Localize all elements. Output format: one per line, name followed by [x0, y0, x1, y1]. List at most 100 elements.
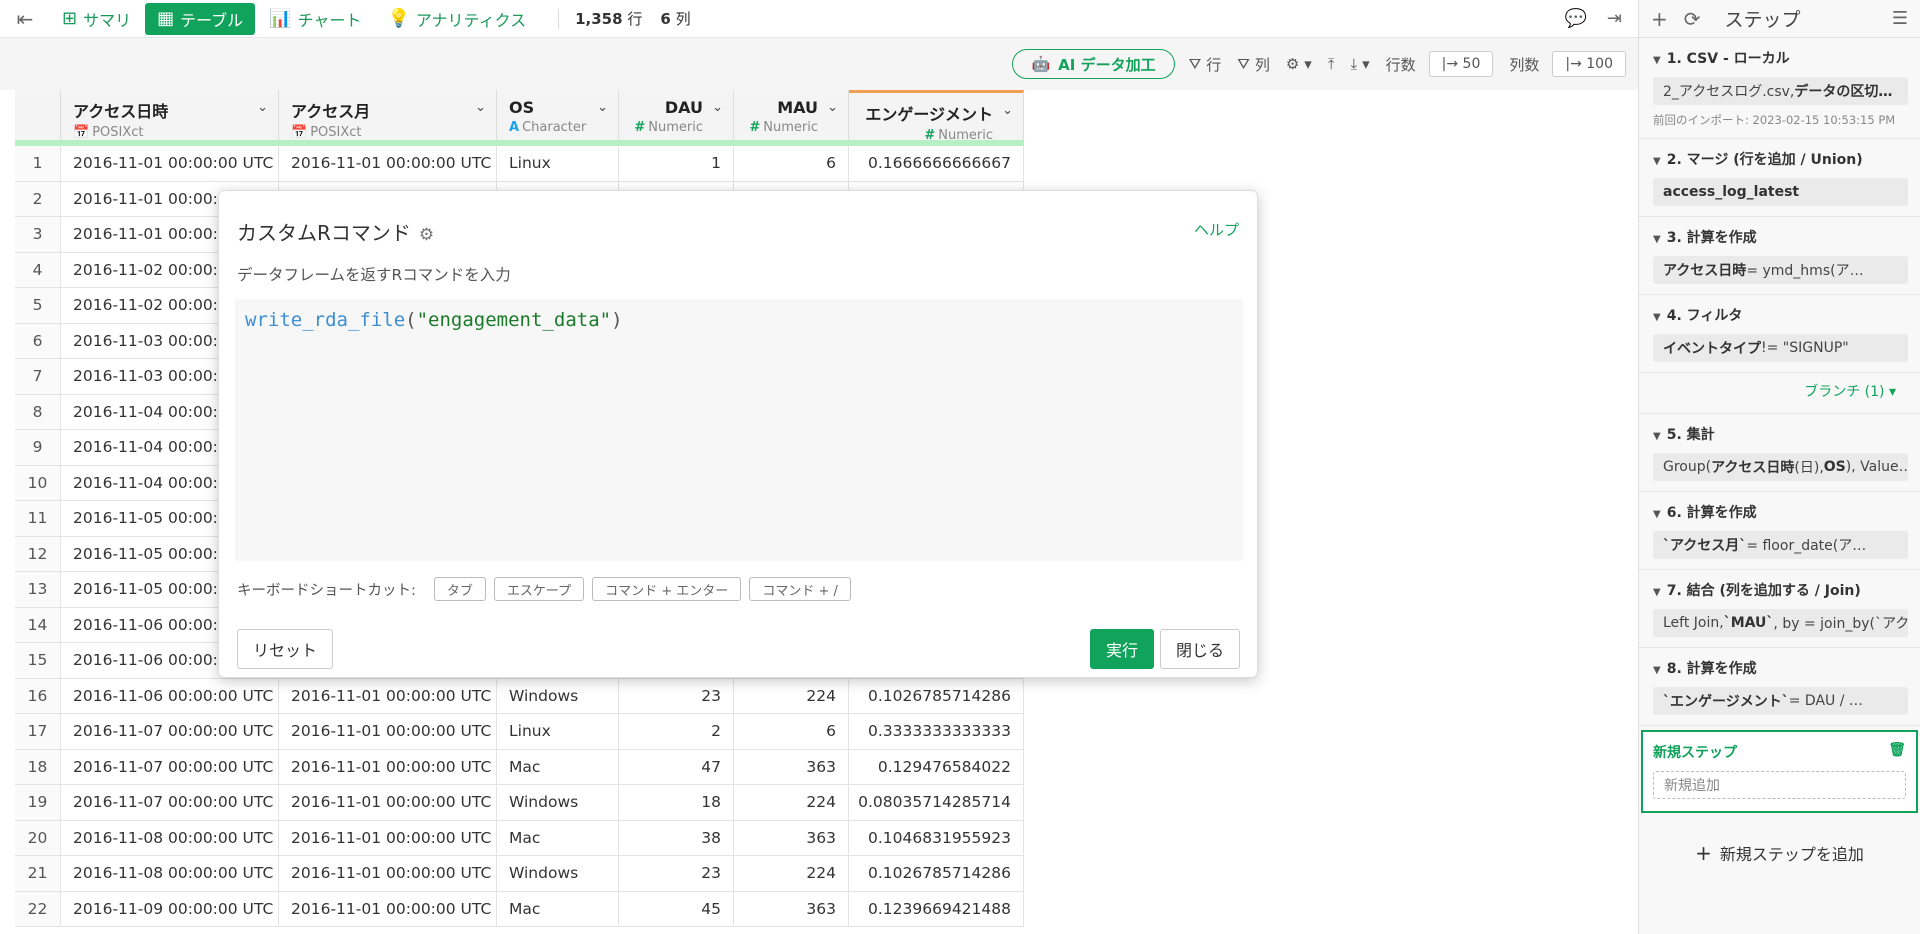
index-header — [15, 90, 61, 140]
table-cell: 23 — [619, 856, 734, 891]
row-index: 1 — [15, 146, 61, 181]
column-count: 6 列 — [660, 10, 691, 28]
trash-icon[interactable]: 🗑 — [1888, 742, 1906, 762]
table-cell: 2016-11-01 00:00:00 UTC — [61, 146, 279, 181]
table-row: 16 2016-11-06 00:00:00 UTC 2016-11-01 00:0… — [15, 678, 1024, 714]
column-header[interactable]: MAU # Numeric ⌄ — [734, 90, 849, 140]
row-index: 13 — [15, 572, 61, 607]
step-summary[interactable]: Group(アクセス日時 (日), OS), Value… — [1653, 453, 1908, 481]
table-cell: Linux — [497, 146, 619, 181]
tab-table[interactable]: ▦ テーブル — [145, 2, 256, 35]
table-row: 21 2016-11-08 00:00:00 UTC 2016-11-01 00:0… — [15, 856, 1024, 892]
sliders-icon[interactable]: ☰ — [1892, 8, 1908, 29]
row-index: 6 — [15, 323, 61, 358]
table-row: 17 2016-11-07 00:00:00 UTC 2016-11-01 00:0… — [15, 714, 1024, 750]
comment-icon[interactable]: 💬 — [1564, 8, 1586, 29]
step-summary[interactable]: `エンゲージメント` = DAU / … — [1653, 687, 1908, 715]
chevron-down-icon[interactable]: ⌄ — [257, 100, 268, 115]
table-cell: 6 — [734, 146, 849, 181]
table-cell: Mac — [497, 891, 619, 926]
caret-down-icon: ▾ — [1362, 55, 1370, 73]
help-link[interactable]: ヘルプ — [1194, 219, 1239, 240]
tab-chart[interactable]: 📊 チャート — [257, 3, 373, 35]
branch-dropdown[interactable]: ブランチ (1) ▾ — [1639, 373, 1920, 414]
tab-analytics[interactable]: 💡 アナリティクス — [375, 3, 538, 35]
upload-icon: ⤒ — [1327, 55, 1335, 73]
dialog-description: データフレームを返すRコマンドを入力 — [237, 266, 511, 284]
row-filter-button[interactable]: ⛛ 行 — [1189, 54, 1222, 75]
table-cell: 2016-11-01 00:00:00 UTC — [279, 891, 497, 926]
plus-icon: + — [1695, 841, 1712, 865]
add-icon[interactable]: + — [1651, 7, 1668, 31]
table-cell: 23 — [619, 678, 734, 713]
column-header[interactable]: OS A Character ⌄ — [497, 90, 619, 140]
chevron-down-icon[interactable]: ⌄ — [827, 100, 838, 115]
step-summary[interactable]: アクセス日時 = ymd_hms(ア… — [1653, 256, 1908, 284]
rows-input[interactable]: |→ 50 — [1428, 51, 1494, 77]
chevron-down-icon[interactable]: ⌄ — [712, 100, 723, 115]
column-header[interactable]: アクセス月 📅 POSIXct ⌄ — [279, 90, 497, 140]
table-cell: 0.1026785714286 — [849, 856, 1024, 891]
settings-dropdown[interactable]: ⚙ ▾ — [1286, 55, 1312, 73]
steps-sidebar: + ⟳ ステップ ☰ ▼ 1. CSV - ローカル 2_アクセスログ.csv, デ… — [1638, 0, 1920, 934]
run-button[interactable]: 実行 — [1090, 629, 1154, 669]
close-button[interactable]: 閉じる — [1160, 629, 1240, 669]
chevron-down-icon[interactable]: ⌄ — [597, 100, 608, 115]
custom-r-command-dialog: カスタムRコマンド ⚙ ヘルプ データフレームを返すRコマンドを入力 write_… — [218, 190, 1258, 678]
download-dropdown[interactable]: ⤓ ▾ — [1350, 55, 1369, 73]
triangle-down-icon: ▼ — [1653, 156, 1661, 167]
row-index: 18 — [15, 749, 61, 784]
step-item[interactable]: ▼ 5. 集計 Group(アクセス日時 (日), OS), Value… — [1639, 414, 1920, 492]
expand-right-icon[interactable]: ⇥ — [1607, 8, 1622, 29]
reset-button[interactable]: リセット — [237, 629, 333, 669]
bulb-icon: 💡 — [387, 8, 410, 29]
step-item[interactable]: ▼ 7. 結合 (列を追加する / Join) Left Join, `MAU`, … — [1639, 570, 1920, 648]
row-index: 20 — [15, 820, 61, 855]
shortcut-cmd-enter: コマンド + エンター — [592, 577, 742, 601]
robot-icon: 🤖 — [1031, 55, 1051, 73]
columns-input[interactable]: |→ 100 — [1552, 51, 1626, 77]
triangle-down-icon: ▼ — [1653, 587, 1661, 598]
row-index: 8 — [15, 394, 61, 429]
step-summary[interactable]: 2_アクセスログ.csv, データの区切… — [1653, 77, 1908, 105]
collapse-panel-icon[interactable]: ⇤ — [0, 0, 50, 38]
column-filter-button[interactable]: ⛛ 列 — [1237, 54, 1270, 75]
code-editor[interactable]: write_rda_file("engagement_data") — [235, 299, 1243, 561]
step-summary[interactable]: access_log_latest — [1653, 178, 1908, 206]
table-cell: Windows — [497, 785, 619, 820]
triangle-down-icon: ▼ — [1653, 312, 1661, 323]
refresh-icon[interactable]: ⟳ — [1684, 7, 1701, 31]
step-item[interactable]: ▼ 3. 計算を作成 アクセス日時 = ymd_hms(ア… — [1639, 217, 1920, 295]
step-summary[interactable]: イベントタイプ != "SIGNUP" — [1653, 334, 1908, 362]
table-cell: 0.3333333333333 — [849, 714, 1024, 749]
step-item[interactable]: ▼ 1. CSV - ローカル 2_アクセスログ.csv, データの区切… 前回のイン… — [1639, 38, 1920, 139]
add-step-button[interactable]: + 新規ステップを追加 — [1639, 817, 1920, 889]
chevron-down-icon[interactable]: ⌄ — [1002, 103, 1013, 118]
column-header[interactable]: DAU # Numeric ⌄ — [619, 90, 734, 140]
divider — [558, 8, 560, 29]
row-index: 22 — [15, 891, 61, 926]
upload-button[interactable]: ⤒ — [1328, 55, 1335, 73]
table-cell: 2016-11-01 00:00:00 UTC — [279, 749, 497, 784]
ai-data-wrangling-button[interactable]: 🤖 AI データ加工 — [1012, 49, 1175, 79]
step-item[interactable]: ▼ 2. マージ (行を追加 / Union) access_log_latest — [1639, 139, 1920, 217]
step-summary[interactable]: Left Join, `MAU`, by = join_by(`アク… — [1653, 609, 1908, 637]
numeric-type-icon: # — [749, 120, 761, 135]
step-item[interactable]: ▼ 6. 計算を作成 `アクセス月` = floor_date(ア… — [1639, 492, 1920, 570]
table-cell: 2016-11-01 00:00:00 UTC — [279, 820, 497, 855]
table-cell: 224 — [734, 785, 849, 820]
table-cell: 18 — [619, 785, 734, 820]
table-cell: Mac — [497, 820, 619, 855]
step-summary[interactable]: `アクセス月` = floor_date(ア… — [1653, 531, 1908, 559]
table-cell: 2 — [619, 714, 734, 749]
table-cell: 363 — [734, 749, 849, 784]
gear-icon[interactable]: ⚙ — [419, 225, 434, 245]
column-header[interactable]: アクセス日時 📅 POSIXct ⌄ — [61, 90, 279, 140]
tab-summary[interactable]: ⊞ サマリ — [50, 3, 143, 35]
step-item[interactable]: ▼ 8. 計算を作成 `エンゲージメント` = DAU / … — [1639, 648, 1920, 726]
column-header[interactable]: エンゲージメント # Numeric ⌄ — [849, 90, 1024, 143]
chevron-down-icon[interactable]: ⌄ — [475, 100, 486, 115]
step-item[interactable]: ▼ 4. フィルタ イベントタイプ != "SIGNUP" — [1639, 295, 1920, 373]
new-step-input[interactable]: 新規追加 — [1653, 771, 1906, 799]
table-cell: 363 — [734, 891, 849, 926]
